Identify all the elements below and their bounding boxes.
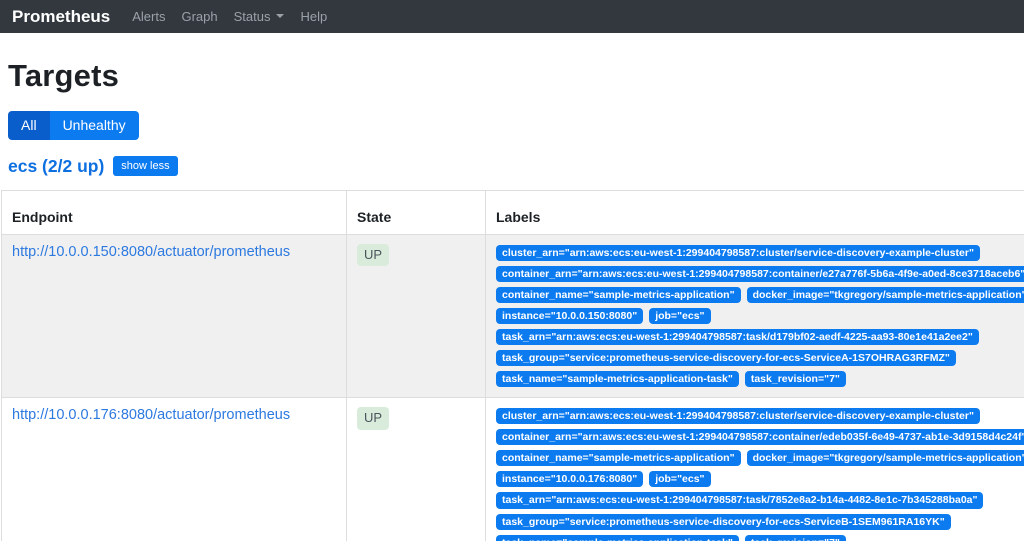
filter-unhealthy-button[interactable]: Unhealthy [50, 111, 139, 140]
page-title: Targets [8, 58, 1016, 94]
targets-table: Endpoint State Labels http://10.0.0.150:… [1, 190, 1024, 541]
label-line: task_group="service:prometheus-service-d… [496, 349, 1024, 366]
label-badge: task_group="service:prometheus-service-d… [496, 350, 956, 366]
label-line: container_arn="arn:aws:ecs:eu-west-1:299… [496, 265, 1024, 282]
label-line: instance="10.0.0.150:8080" job="ecs" [496, 307, 1024, 324]
target-filter-group: All Unhealthy [8, 111, 139, 140]
nav-item-status-dropdown[interactable]: Status [226, 9, 293, 24]
brand-link[interactable]: Prometheus [12, 7, 110, 27]
state-cell: UP [347, 398, 486, 541]
label-badge: instance="10.0.0.176:8080" [496, 471, 643, 487]
column-header-labels: Labels [486, 190, 1024, 234]
label-line: container_name="sample-metrics-applicati… [496, 449, 1024, 466]
chevron-down-icon [276, 14, 284, 18]
navbar-menu: Alerts Graph Status Help [124, 8, 335, 26]
endpoint-link[interactable]: http://10.0.0.150:8080/actuator/promethe… [12, 244, 290, 260]
label-line: container_arn="arn:aws:ecs:eu-west-1:299… [496, 428, 1024, 445]
job-group-title[interactable]: ecs (2/2 up) [8, 156, 104, 177]
nav-item-alerts[interactable]: Alerts [124, 9, 173, 24]
targets-tbody: http://10.0.0.150:8080/actuator/promethe… [2, 234, 1024, 541]
label-line: container_name="sample-metrics-applicati… [496, 286, 1024, 303]
label-badge: job="ecs" [649, 471, 710, 487]
label-badge: container_name="sample-metrics-applicati… [496, 450, 741, 466]
label-badge: task_revision="7" [745, 371, 846, 387]
table-row: http://10.0.0.150:8080/actuator/promethe… [2, 234, 1024, 397]
show-less-button[interactable]: show less [113, 156, 177, 176]
column-header-state: State [347, 190, 486, 234]
table-header-row: Endpoint State Labels [2, 190, 1024, 234]
label-badge: container_arn="arn:aws:ecs:eu-west-1:299… [496, 266, 1024, 282]
label-badge: task_revision="7" [745, 535, 846, 541]
label-line: cluster_arn="arn:aws:ecs:eu-west-1:29940… [496, 407, 1024, 424]
endpoint-cell: http://10.0.0.176:8080/actuator/promethe… [2, 398, 347, 541]
top-navbar: Prometheus Alerts Graph Status Help [0, 0, 1024, 33]
label-badge: docker_image="tkgregory/sample-metrics-a… [747, 287, 1024, 303]
label-badge: task_name="sample-metrics-application-ta… [496, 371, 739, 387]
label-line: instance="10.0.0.176:8080" job="ecs" [496, 470, 1024, 487]
nav-item-help[interactable]: Help [292, 9, 335, 24]
nav-item-graph[interactable]: Graph [173, 9, 225, 24]
targets-page: Targets All Unhealthy ecs (2/2 up) show … [0, 58, 1024, 541]
label-badge: instance="10.0.0.150:8080" [496, 308, 643, 324]
filter-all-button[interactable]: All [8, 111, 50, 140]
label-badge: job="ecs" [649, 308, 710, 324]
label-badge: cluster_arn="arn:aws:ecs:eu-west-1:29940… [496, 408, 980, 424]
table-row: http://10.0.0.176:8080/actuator/promethe… [2, 398, 1024, 541]
label-badge: docker_image="tkgregory/sample-metrics-a… [747, 450, 1024, 466]
label-badge: task_arn="arn:aws:ecs:eu-west-1:29940479… [496, 492, 983, 508]
state-badge: UP [357, 244, 389, 266]
label-badge: container_name="sample-metrics-applicati… [496, 287, 741, 303]
labels-cell: cluster_arn="arn:aws:ecs:eu-west-1:29940… [486, 398, 1024, 541]
label-line: task_name="sample-metrics-application-ta… [496, 370, 1024, 387]
label-line: task_name="sample-metrics-application-ta… [496, 534, 1024, 541]
labels-cell: cluster_arn="arn:aws:ecs:eu-west-1:29940… [486, 234, 1024, 397]
label-badge: container_arn="arn:aws:ecs:eu-west-1:299… [496, 429, 1024, 445]
endpoint-link[interactable]: http://10.0.0.176:8080/actuator/promethe… [12, 407, 290, 423]
label-line: task_arn="arn:aws:ecs:eu-west-1:29940479… [496, 491, 1024, 508]
label-line: cluster_arn="arn:aws:ecs:eu-west-1:29940… [496, 244, 1024, 261]
label-line: task_group="service:prometheus-service-d… [496, 513, 1024, 530]
label-line: task_arn="arn:aws:ecs:eu-west-1:29940479… [496, 328, 1024, 345]
label-badge: cluster_arn="arn:aws:ecs:eu-west-1:29940… [496, 245, 980, 261]
label-badge: task_group="service:prometheus-service-d… [496, 514, 951, 530]
label-badge: task_arn="arn:aws:ecs:eu-west-1:29940479… [496, 329, 979, 345]
state-cell: UP [347, 234, 486, 397]
job-group-header: ecs (2/2 up) show less [8, 156, 1016, 177]
state-badge: UP [357, 407, 389, 429]
endpoint-cell: http://10.0.0.150:8080/actuator/promethe… [2, 234, 347, 397]
label-badge: task_name="sample-metrics-application-ta… [496, 535, 739, 541]
column-header-endpoint: Endpoint [2, 190, 347, 234]
